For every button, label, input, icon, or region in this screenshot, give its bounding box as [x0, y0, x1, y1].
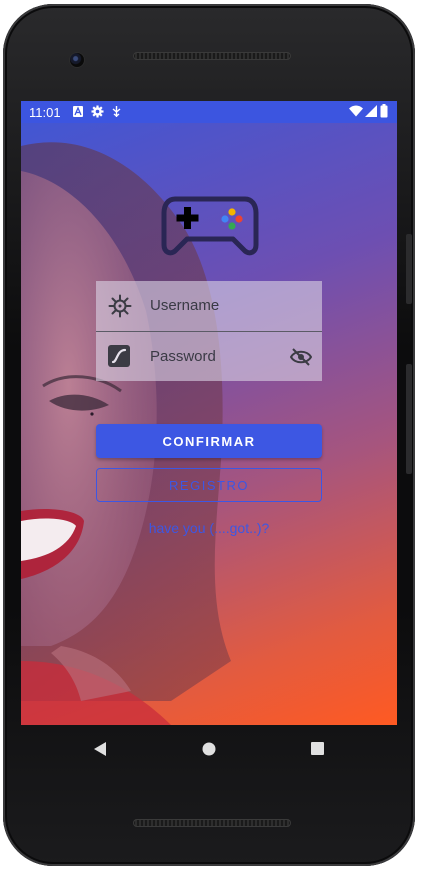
- earpiece-speaker: [133, 52, 291, 60]
- wifi-icon: [349, 105, 363, 117]
- username-field[interactable]: Username: [96, 281, 322, 331]
- virus-icon: [108, 294, 132, 318]
- username-input[interactable]: Username: [150, 297, 219, 314]
- password-field[interactable]: Password: [96, 332, 322, 382]
- visibility-off-icon[interactable]: [290, 348, 312, 366]
- gear-icon: [91, 105, 104, 118]
- power-button: [406, 364, 412, 474]
- status-bar: 11:01: [21, 101, 397, 123]
- gamepad-icon: [161, 196, 259, 256]
- volume-button: [406, 234, 412, 304]
- forgot-link[interactable]: have you (....got..)?: [21, 520, 397, 536]
- app-screen: 11:01 Username Password CONFIRMAR REGIST…: [21, 101, 397, 725]
- back-icon[interactable]: [93, 741, 107, 757]
- navigation-bar: [0, 725, 424, 775]
- bottom-speaker: [133, 819, 291, 827]
- login-form: Username Password: [96, 281, 322, 381]
- usb-debug-icon: [112, 106, 121, 117]
- password-input[interactable]: Password: [150, 348, 216, 365]
- home-icon[interactable]: [201, 741, 217, 757]
- recents-icon[interactable]: [311, 742, 324, 755]
- font-a-icon: [73, 106, 83, 117]
- register-button[interactable]: REGISTRO: [96, 468, 322, 502]
- confirm-button[interactable]: CONFIRMAR: [96, 424, 322, 458]
- key-icon: [108, 345, 130, 367]
- status-time: 11:01: [29, 105, 61, 120]
- signal-icon: [365, 105, 377, 117]
- battery-icon: [380, 104, 388, 118]
- front-camera: [70, 53, 84, 67]
